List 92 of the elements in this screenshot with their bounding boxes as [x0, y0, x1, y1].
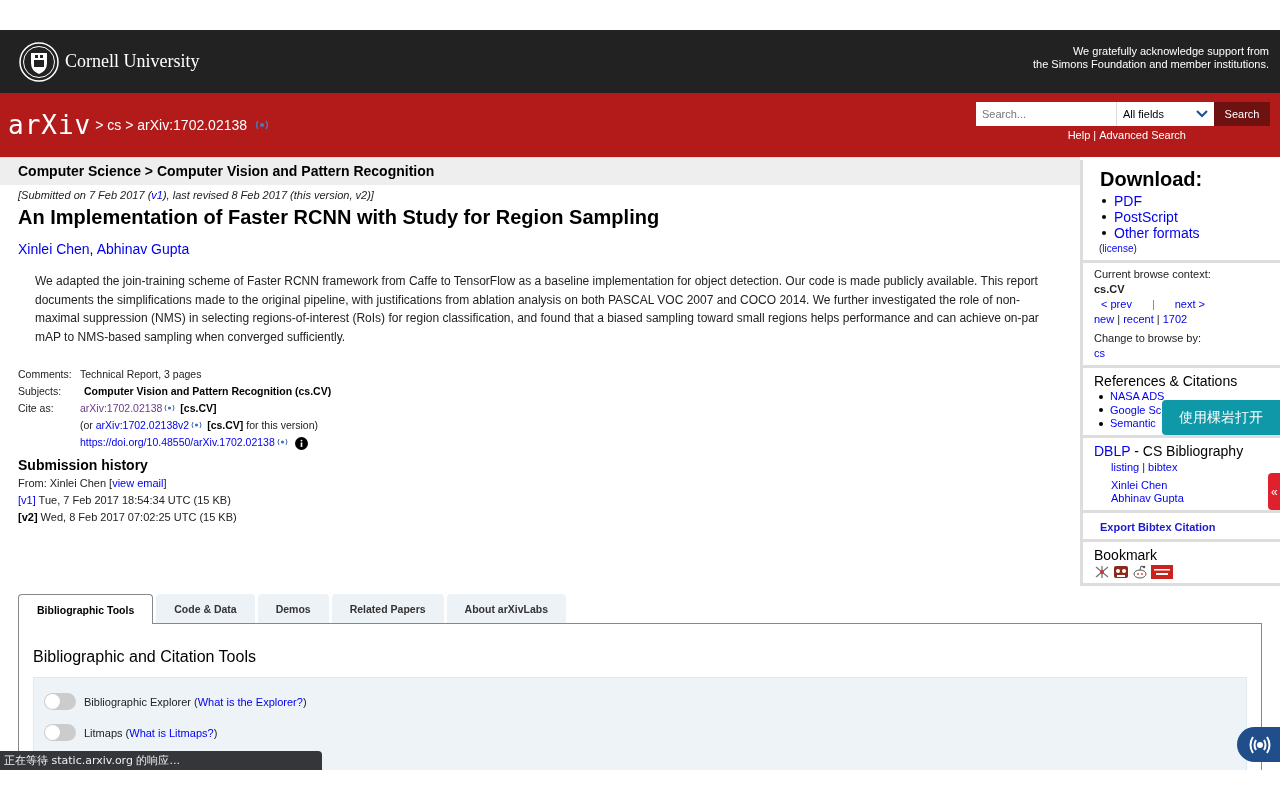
university-name: Cornell University [65, 51, 200, 72]
network-icon [1094, 564, 1110, 579]
dblp-links: listing | bibtex [1110, 460, 1179, 473]
bullet-icon [1102, 231, 1106, 235]
tab[interactable]: Related Papers [331, 594, 444, 623]
link[interactable]: Google Sc [1110, 403, 1162, 417]
link[interactable]: bibtex [1148, 460, 1178, 473]
browse-links: new | recent | 1702 [1094, 312, 1189, 327]
link[interactable]: new [1094, 313, 1115, 325]
link[interactable]: Xinlei Chen [18, 241, 90, 257]
link[interactable]: next > [1174, 297, 1206, 312]
author-list: Xinlei Chen, Abhinav Gupta [18, 241, 1080, 257]
separator: | [1093, 129, 1097, 141]
link[interactable]: cs [1094, 346, 1270, 361]
side-tab[interactable]: « [1268, 473, 1280, 510]
link[interactable]: recent [1123, 313, 1154, 325]
separator: | [1151, 297, 1155, 312]
panel-heading: Bibliographic and Citation Tools [33, 648, 257, 666]
field-label: Subjects: [18, 384, 63, 400]
link[interactable]: DBLP [1094, 442, 1131, 459]
link[interactable]: PDF [1114, 193, 1142, 209]
link[interactable]: Advanced Search [1099, 129, 1186, 141]
history-line: [v1] Tue, 7 Feb 2017 18:54:34 UTC (15 KB) [18, 493, 232, 509]
link[interactable]: What is Litmaps? [129, 726, 214, 739]
link[interactable]: < prev [1101, 297, 1132, 312]
bullet-icon [1099, 394, 1103, 399]
toggle-switch[interactable] [44, 693, 76, 710]
export-link[interactable]: Export Bibtex Citation [1100, 520, 1216, 533]
link[interactable]: PostScript [1114, 209, 1178, 225]
field-dropdown[interactable]: All fields [1116, 102, 1214, 126]
link[interactable]: view email [112, 477, 164, 490]
toggle-label: Litmaps (What is Litmaps?) [84, 726, 218, 739]
creature-icon [1113, 564, 1129, 579]
section-heading: Bookmark [1094, 546, 1159, 563]
field-label: Cite as: [18, 401, 55, 417]
link[interactable]: Semantic [1110, 417, 1156, 431]
support-text: We gratefully acknowledge support from the Simons Foundation and member institutions. [1032, 45, 1269, 71]
search-field[interactable]: Search... [976, 102, 1116, 126]
dateline: [Submitted on 7 Feb 2017 (v1), last revised 8 Feb 2017 (this version, v2)] [18, 189, 375, 201]
breadcrumb: > cs > arXiv:1702.02138 [95, 117, 248, 133]
paper-title: An Implementation of Faster RCNN with Study for Region Sampling [18, 206, 661, 229]
category-header: Computer Science > Computer Vision and Pattern Recognition [0, 157, 1080, 185]
chevron-icon [1196, 110, 1208, 118]
link[interactable]: listing [1111, 460, 1140, 473]
link[interactable]: 1702 [1162, 313, 1188, 325]
tab[interactable]: Bibliographic Tools [18, 594, 154, 624]
link[interactable]: arXiv:1702.02138v2 [95, 419, 190, 432]
bullet-icon [1102, 215, 1106, 219]
link[interactable]: Xinlei Chen [1111, 478, 1270, 492]
feed-icon [255, 120, 270, 130]
section-heading: DBLP - CS Bibliography [1094, 442, 1245, 459]
field-value: Computer Vision and Pattern Recognition (cs.CV) [83, 384, 333, 400]
bullet-icon [1099, 421, 1103, 426]
field-value: (or arXiv:1702.02138v2 [cs.CV] for this version) [80, 418, 320, 434]
link[interactable]: [v1] [18, 494, 36, 507]
toggle-label: Bibliographic Explorer (What is the Explorer?) [84, 695, 307, 708]
broadcast-button[interactable] [1237, 727, 1280, 762]
link[interactable]: Abhinav Gupta [96, 241, 190, 257]
bullet-icon [1102, 199, 1106, 203]
link[interactable]: https://doi.org/10.48550/arXiv.1702.02138 [80, 436, 275, 449]
alien-icon [1132, 564, 1148, 579]
link[interactable]: Abhinav Gupta [1111, 492, 1270, 506]
field-value: Technical Report, 3 pages [80, 367, 203, 383]
link[interactable]: Other formats [1114, 225, 1200, 241]
status-bar: 正在等待 static.arxiv.org 的响应... [0, 751, 322, 770]
history-line: From: Xinlei Chen [view email] [18, 476, 168, 492]
section-heading: Submission history [18, 457, 149, 474]
link[interactable]: Help [1067, 129, 1091, 141]
tab[interactable]: Code & Data [156, 594, 255, 623]
toggle-switch[interactable] [44, 724, 76, 741]
download-heading: Download: [1100, 168, 1204, 191]
field-value: arXiv:1702.02138 [cs.CV] [80, 401, 218, 417]
section-heading: References & Citations [1094, 373, 1239, 389]
bullet-icon [1099, 408, 1103, 413]
tab[interactable]: Demos [257, 594, 329, 623]
history-line: [v2] Wed, 8 Feb 2017 07:02:25 UTC (15 KB) [18, 510, 238, 526]
field-label: Comments: [18, 367, 73, 383]
badge-icon [1151, 564, 1173, 579]
link[interactable]: What is the Explorer? [197, 695, 303, 708]
license-note: (license) [1099, 243, 1138, 254]
abstract-text: We adapted the join-training scheme of Faster RCNN framework from Caffe to TensorFlow as a baseline implementation for object detection. Our code is made publicly available. This report documents the simplifications made to the original pipeline, with justifications from ablation analysis on both PASCAL VOC 2007 and COCO 2014. We further investigated the role of non-maximal suppression (NMS) in selecting regions-of-interest (RoIs) for region classification, and found that a biased sampling toward small regions helps performance and can achieve on-par mAP to NMS-based sampling when converged sufficiently. [35, 273, 1040, 346]
search-button[interactable]: Search [1214, 102, 1270, 126]
tab[interactable]: About arXivLabs [446, 594, 566, 623]
context-value: cs.CV [1094, 282, 1126, 297]
link[interactable]: NASA ADS [1110, 390, 1165, 404]
arxiv-logo[interactable]: arXiv [8, 110, 92, 140]
context-label: Current browse context: [1094, 267, 1212, 282]
link[interactable]: arXiv:1702.02138 [80, 402, 163, 415]
seal-icon [19, 41, 59, 82]
link[interactable]: license [1102, 243, 1134, 254]
link[interactable]: v1 [151, 189, 163, 201]
browse-label: Change to browse by: [1094, 331, 1202, 346]
